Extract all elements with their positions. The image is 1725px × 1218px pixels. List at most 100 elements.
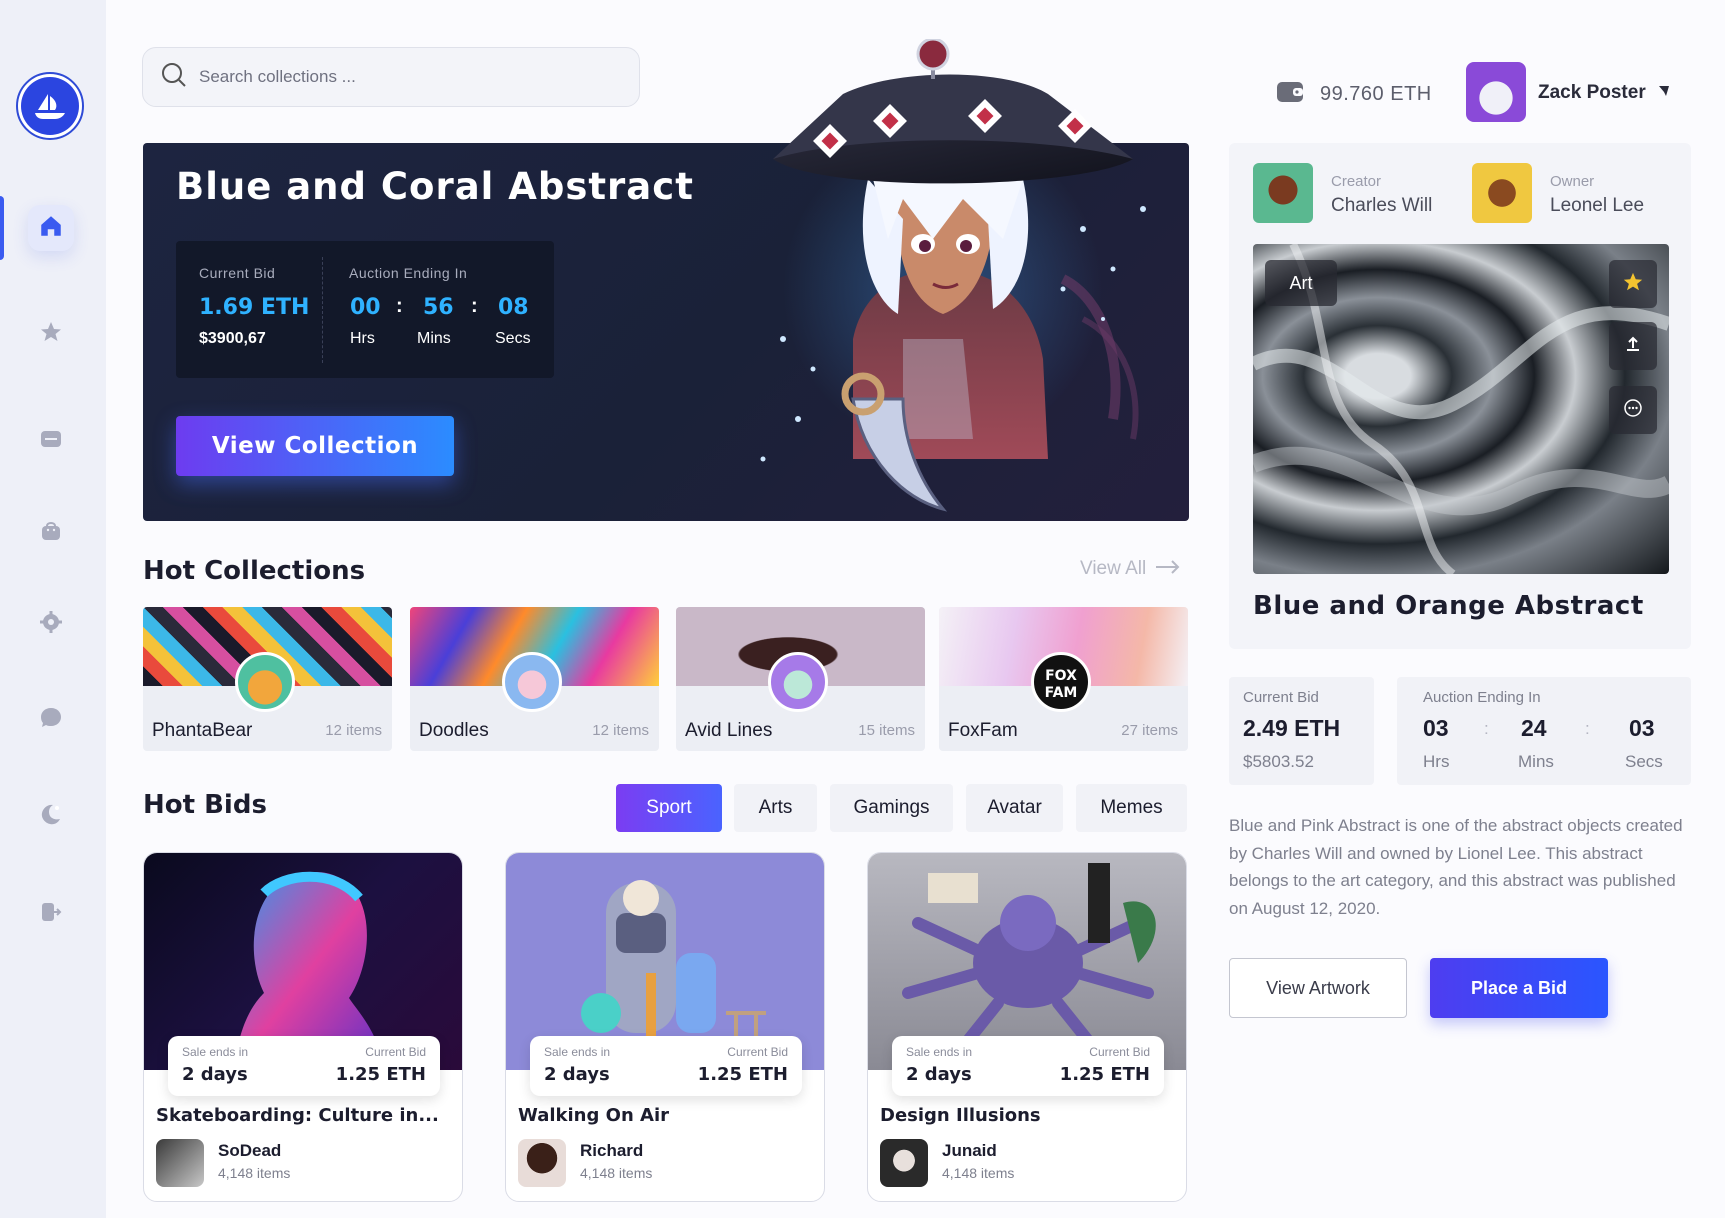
star-icon (1622, 271, 1644, 298)
hot-collections-title: Hot Collections (143, 556, 366, 586)
logout-icon (39, 900, 63, 929)
wallet-balance[interactable]: 99.760 ETH (1276, 80, 1432, 109)
collection-count: 12 items (325, 722, 382, 739)
detail-hours-label: Hrs (1423, 752, 1450, 771)
detail-hours: 03 (1423, 715, 1449, 741)
more-options-button[interactable] (1609, 386, 1657, 434)
bid-title: Skateboarding: Culture in... (156, 1105, 439, 1126)
avatar (880, 1139, 928, 1187)
hero-title: Blue and Coral Abstract (176, 165, 694, 208)
hero-sep-2: : (471, 295, 478, 317)
nav-home[interactable] (28, 205, 74, 251)
favorite-button[interactable] (1609, 260, 1657, 308)
nav-theme[interactable] (28, 793, 74, 839)
collection-card-avid-lines[interactable]: Avid Lines 15 items (676, 607, 925, 751)
view-collection-button[interactable]: View Collection (176, 416, 454, 476)
creator-avatar[interactable] (1253, 163, 1313, 223)
collection-card-phantabear[interactable]: PhantaBear 12 items (143, 607, 392, 751)
sale-ends-label: Sale ends in (182, 1045, 249, 1059)
detail-current-bid-panel: Current Bid 2.49 ETH $5803.52 (1229, 677, 1374, 785)
owner-name[interactable]: Leonel Lee (1550, 195, 1644, 217)
view-all-label: View All (1080, 558, 1147, 579)
nav-favorites[interactable] (28, 311, 74, 357)
nav-messages[interactable] (28, 697, 74, 743)
detail-seconds: 03 (1629, 715, 1655, 741)
view-all-link[interactable]: View All (1080, 558, 1180, 580)
bid-card[interactable]: Sale ends in Current Bid 2 days 1.25 ETH… (505, 852, 825, 1202)
bid-title: Design Illusions (880, 1105, 1041, 1126)
creator-name[interactable]: Charles Will (1331, 195, 1432, 217)
view-artwork-button[interactable]: View Artwork (1229, 958, 1407, 1018)
search-bar[interactable] (142, 47, 640, 107)
place-bid-button[interactable]: Place a Bid (1430, 958, 1608, 1018)
tab-sport[interactable]: Sport (616, 784, 722, 832)
hero-seconds: 08 (498, 295, 529, 320)
hot-bids-title: Hot Bids (143, 790, 267, 820)
svg-text:FOX: FOX (1045, 668, 1077, 684)
artwork-category-tag: Art (1265, 260, 1337, 306)
detail-minutes-label: Mins (1518, 752, 1554, 771)
collection-count: 15 items (858, 722, 915, 739)
detail-current-bid-label: Current Bid (1243, 689, 1319, 706)
bid-card[interactable]: Sale ends in Current Bid 2 days 1.25 ETH… (143, 852, 463, 1202)
tab-avatar[interactable]: Avatar (966, 784, 1063, 832)
current-bid-label: Current Bid (1089, 1045, 1150, 1059)
avatar (156, 1139, 204, 1187)
chat-icon (39, 706, 63, 735)
tab-memes[interactable]: Memes (1076, 784, 1187, 832)
hero-character-art (760, 39, 1146, 512)
upload-icon (1624, 335, 1642, 358)
moon-icon (39, 802, 63, 831)
bid-title: Walking On Air (518, 1105, 669, 1126)
opensea-logo[interactable] (16, 72, 84, 140)
collection-avatar (235, 652, 295, 712)
nav-logout[interactable] (28, 891, 74, 937)
nav-wallet[interactable] (28, 418, 74, 464)
search-input[interactable] (199, 67, 599, 87)
tab-gamings[interactable]: Gamings (830, 784, 953, 832)
detail-current-bid-usd: $5803.52 (1243, 752, 1314, 771)
sale-ends-label: Sale ends in (544, 1045, 611, 1059)
foxfam-logo: FOX FAM (1031, 652, 1091, 712)
bid-sale-info: Sale ends in Current Bid 2 days 1.25 ETH (892, 1036, 1164, 1096)
bid-sale-info: Sale ends in Current Bid 2 days 1.25 ETH (168, 1036, 440, 1096)
hero-auction-label: Auction Ending In (349, 265, 468, 281)
creator-label: Creator (1331, 173, 1382, 190)
detail-auction-panel: Auction Ending In 03 : 24 : 03 Hrs Mins … (1397, 677, 1691, 785)
artwork-detail-card: Creator Charles Will Owner Leonel Lee Ar… (1229, 143, 1691, 649)
detail-minutes: 24 (1521, 715, 1547, 741)
hero-sep-1: : (396, 295, 403, 317)
current-bid-value: 1.25 ETH (335, 1064, 426, 1085)
nav-shop[interactable] (28, 510, 74, 556)
avatar[interactable] (1466, 62, 1526, 122)
sale-ends-value: 2 days (544, 1064, 610, 1085)
hero-current-bid-usd: $3900,67 (199, 330, 266, 347)
arrow-right-icon (1156, 558, 1180, 580)
artwork-image[interactable]: Art (1253, 244, 1669, 574)
svg-text:FAM: FAM (1045, 685, 1078, 701)
profile-name[interactable]: Zack Poster (1538, 82, 1671, 104)
collection-card-foxfam[interactable]: FOX FAM FoxFam 27 items (939, 607, 1188, 751)
bid-user-name: SoDead (218, 1141, 282, 1160)
wallet-balance-value: 99.760 ETH (1320, 83, 1432, 105)
collection-count: 27 items (1121, 722, 1178, 739)
sale-ends-value: 2 days (182, 1064, 248, 1085)
bid-user-name: Junaid (942, 1141, 997, 1160)
owner-avatar[interactable] (1472, 163, 1532, 223)
collection-name: FoxFam (948, 720, 1018, 741)
hero-bid-divider (322, 257, 323, 363)
bid-card[interactable]: Sale ends in Current Bid 2 days 1.25 ETH… (867, 852, 1187, 1202)
folder-icon (39, 427, 63, 456)
star-icon (39, 320, 63, 349)
tab-arts[interactable]: Arts (734, 784, 817, 832)
sale-ends-value: 2 days (906, 1064, 972, 1085)
share-button[interactable] (1609, 322, 1657, 370)
artwork-title: Blue and Orange Abstract (1253, 591, 1644, 621)
sale-ends-label: Sale ends in (906, 1045, 973, 1059)
hero-hours-label: Hrs (350, 330, 375, 347)
collection-card-doodles[interactable]: Doodles 12 items (410, 607, 659, 751)
hero-seconds-label: Secs (495, 330, 531, 347)
more-icon (1623, 398, 1643, 423)
bid-user-items: 4,148 items (218, 1165, 291, 1181)
nav-settings[interactable] (28, 601, 74, 647)
